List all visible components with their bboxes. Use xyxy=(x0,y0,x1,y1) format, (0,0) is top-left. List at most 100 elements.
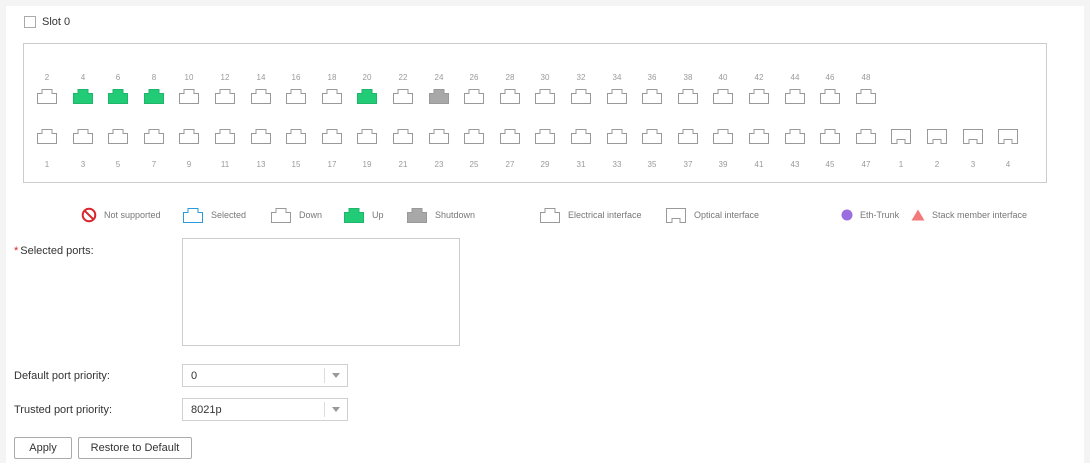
chevron-down-icon[interactable] xyxy=(332,373,340,378)
select-divider xyxy=(324,368,325,383)
port-43[interactable] xyxy=(784,127,806,145)
port-30[interactable] xyxy=(534,87,556,105)
apply-button[interactable]: Apply xyxy=(14,437,72,459)
port-24[interactable] xyxy=(428,87,450,105)
port-number-label: 42 xyxy=(754,73,764,82)
port-21[interactable] xyxy=(392,127,414,145)
port-35[interactable] xyxy=(641,127,663,145)
port-36[interactable] xyxy=(641,87,663,105)
port-45[interactable] xyxy=(819,127,841,145)
port-44[interactable] xyxy=(784,87,806,105)
legend-stack-member-label: Stack member interface xyxy=(932,210,1028,220)
port-25[interactable] xyxy=(463,127,485,145)
port-18[interactable] xyxy=(321,87,343,105)
port-3[interactable] xyxy=(72,127,94,145)
port-33[interactable] xyxy=(606,127,628,145)
port-9[interactable] xyxy=(178,127,200,145)
port-number-label: 19 xyxy=(362,160,372,169)
port-number-label: 33 xyxy=(612,160,622,169)
legend-shutdown-label: Shutdown xyxy=(435,210,476,220)
port-number-label: 44 xyxy=(790,73,800,82)
default-priority-select[interactable]: 0 xyxy=(182,364,348,387)
port-number-label: 2 xyxy=(934,160,940,169)
port-16[interactable] xyxy=(285,87,307,105)
port-38[interactable] xyxy=(677,87,699,105)
port-27[interactable] xyxy=(499,127,521,145)
port-14[interactable] xyxy=(250,87,272,105)
port-2[interactable] xyxy=(36,87,58,105)
port-4[interactable] xyxy=(72,87,94,105)
electrical-interface-icon xyxy=(539,206,561,224)
port-number-label: 17 xyxy=(327,160,337,169)
port-number-label: 18 xyxy=(327,73,337,82)
selected-ports-textarea[interactable] xyxy=(182,238,460,346)
port-number-label: 4 xyxy=(80,73,86,82)
port-19[interactable] xyxy=(356,127,378,145)
eth-trunk-icon xyxy=(841,209,853,221)
optical-port-2[interactable] xyxy=(926,127,948,145)
legend-not-supported-label: Not supported xyxy=(104,210,161,220)
port-number-label: 9 xyxy=(186,160,192,169)
port-32[interactable] xyxy=(570,87,592,105)
default-priority-label: Default port priority: xyxy=(14,370,110,382)
port-number-label: 35 xyxy=(647,160,657,169)
port-28[interactable] xyxy=(499,87,521,105)
port-number-label: 6 xyxy=(115,73,121,82)
port-11[interactable] xyxy=(214,127,236,145)
chevron-down-icon[interactable] xyxy=(332,407,340,412)
port-22[interactable] xyxy=(392,87,414,105)
port-10[interactable] xyxy=(178,87,200,105)
port-12[interactable] xyxy=(214,87,236,105)
port-46[interactable] xyxy=(819,87,841,105)
port-47[interactable] xyxy=(855,127,877,145)
port-17[interactable] xyxy=(321,127,343,145)
port-number-label: 37 xyxy=(683,160,693,169)
port-39[interactable] xyxy=(712,127,734,145)
restore-default-button[interactable]: Restore to Default xyxy=(78,437,192,459)
trusted-priority-label: Trusted port priority: xyxy=(14,404,113,416)
port-6[interactable] xyxy=(107,87,129,105)
optical-port-1[interactable] xyxy=(890,127,912,145)
port-42[interactable] xyxy=(748,87,770,105)
port-26[interactable] xyxy=(463,87,485,105)
port-number-label: 34 xyxy=(612,73,622,82)
port-number-label: 25 xyxy=(469,160,479,169)
port-23[interactable] xyxy=(428,127,450,145)
port-20[interactable] xyxy=(356,87,378,105)
port-number-label: 29 xyxy=(540,160,550,169)
port-29[interactable] xyxy=(534,127,556,145)
port-number-label: 31 xyxy=(576,160,586,169)
port-15[interactable] xyxy=(285,127,307,145)
port-number-label: 2 xyxy=(44,73,50,82)
port-34[interactable] xyxy=(606,87,628,105)
port-number-label: 24 xyxy=(434,73,444,82)
optical-port-3[interactable] xyxy=(962,127,984,145)
port-number-label: 43 xyxy=(790,160,800,169)
port-1[interactable] xyxy=(36,127,58,145)
selected-ports-label: * Selected ports: xyxy=(14,245,94,257)
port-31[interactable] xyxy=(570,127,592,145)
trusted-priority-select[interactable]: 8021p xyxy=(182,398,348,421)
slot-row[interactable]: Slot 0 xyxy=(24,16,70,28)
port-8[interactable] xyxy=(143,87,165,105)
port-13[interactable] xyxy=(250,127,272,145)
port-number-label: 14 xyxy=(256,73,266,82)
port-priority-card: Slot 0 2 4 6 8 10 12 14 16 18 20 22 24 26 28 30 32 34 36 3… xyxy=(6,6,1084,463)
port-7[interactable] xyxy=(143,127,165,145)
port-number-label: 13 xyxy=(256,160,266,169)
slot-checkbox[interactable] xyxy=(24,16,36,28)
port-41[interactable] xyxy=(748,127,770,145)
legend-up-label: Up xyxy=(372,210,384,220)
port-number-label: 47 xyxy=(861,160,871,169)
port-number-label: 5 xyxy=(115,160,121,169)
up-port-icon xyxy=(343,206,365,224)
port-5[interactable] xyxy=(107,127,129,145)
legend-selected-label: Selected xyxy=(211,210,247,220)
port-number-label: 3 xyxy=(80,160,86,169)
optical-port-4[interactable] xyxy=(997,127,1019,145)
port-48[interactable] xyxy=(855,87,877,105)
legend-shutdown: Shutdown xyxy=(406,204,475,226)
port-number-label: 4 xyxy=(1005,160,1011,169)
port-40[interactable] xyxy=(712,87,734,105)
port-37[interactable] xyxy=(677,127,699,145)
